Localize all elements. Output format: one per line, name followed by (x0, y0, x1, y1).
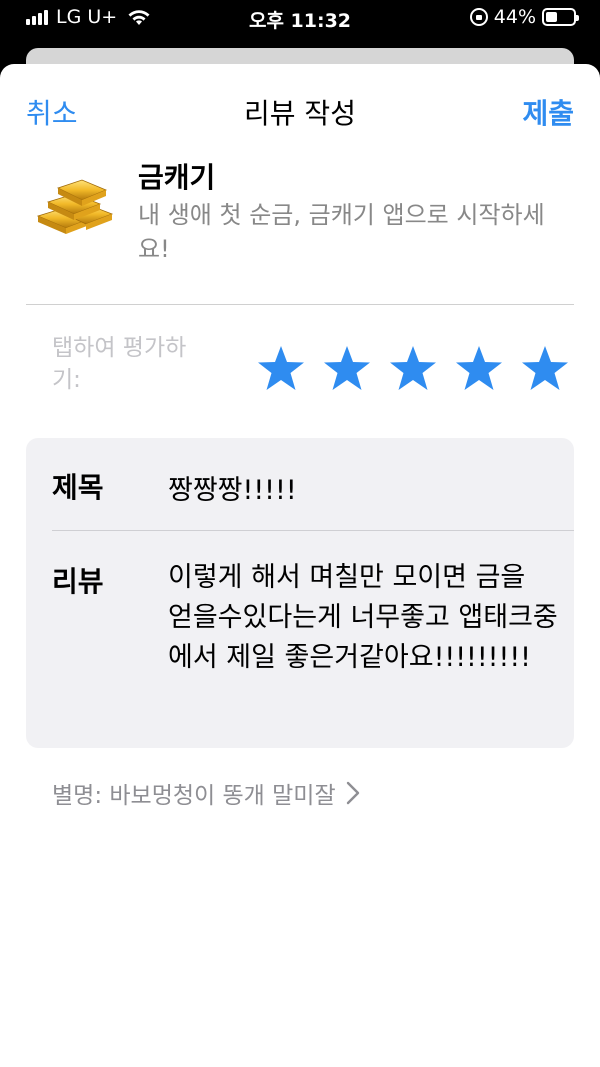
review-label: 리뷰 (52, 565, 104, 598)
battery-percent: 44% (493, 6, 536, 28)
status-right: 44% (469, 6, 579, 28)
review-textarea[interactable]: 이렇게 해서 며칠만 모이면 금을 얻을수있다는게 너무좋고 앱태크중에서 제일… (168, 558, 558, 678)
review-sheet: 취소 리뷰 작성 제출 금캐기 내 생애 첫 순금, 금캐기 앱으로 시작하세요… (0, 64, 600, 1067)
star-icon[interactable] (388, 344, 438, 394)
star-rating[interactable] (256, 344, 570, 394)
submit-button[interactable]: 제출 (522, 92, 574, 132)
app-info: 금캐기 내 생애 첫 순금, 금캐기 앱으로 시작하세요! (26, 152, 574, 272)
gold-bars-icon (36, 179, 114, 234)
app-name: 금캐기 (138, 161, 216, 194)
nickname-text: 별명: 바보멍청이 똥개 말미잘 (52, 783, 336, 809)
page-title: 리뷰 작성 (244, 97, 356, 130)
status-bar: LG U+ 오후 11:32 44% (0, 0, 600, 36)
app-subtitle: 내 생애 첫 순금, 금캐기 앱으로 시작하세요! (138, 201, 545, 263)
battery-icon (542, 8, 579, 26)
form-divider (52, 530, 574, 531)
divider (26, 304, 574, 305)
chevron-right-icon (346, 781, 359, 805)
nickname-row[interactable]: 별명: 바보멍청이 똥개 말미잘 (52, 776, 360, 810)
star-icon[interactable] (454, 344, 504, 394)
rating-label: 탭하여 평가하기: (52, 335, 187, 393)
title-label: 제목 (52, 471, 104, 504)
review-form: 제목 짱짱짱!!!!! 리뷰 이렇게 해서 며칠만 모이면 금을 얻을수있다는게… (26, 438, 574, 748)
title-input[interactable]: 짱짱짱!!!!! (168, 468, 297, 507)
star-icon[interactable] (520, 344, 570, 394)
star-icon[interactable] (256, 344, 306, 394)
battery-fill (546, 12, 558, 22)
nav-bar: 취소 리뷰 작성 제출 (0, 88, 600, 132)
star-icon[interactable] (322, 344, 372, 394)
rotation-lock-icon (469, 8, 488, 26)
